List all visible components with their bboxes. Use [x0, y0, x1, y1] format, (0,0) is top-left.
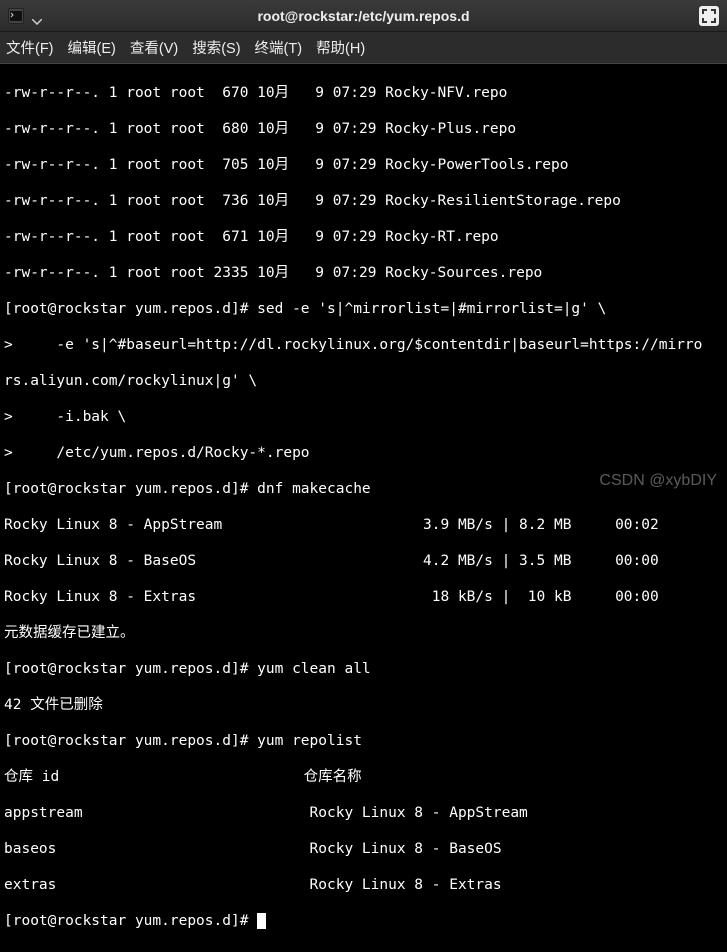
terminal-line: -rw-r--r--. 1 root root 671 10月 9 07:29 …: [4, 228, 723, 246]
terminal-line: rs.aliyun.com/rockylinux|g' \: [4, 372, 723, 390]
terminal-icon: [8, 8, 24, 24]
terminal-line: baseos Rocky Linux 8 - BaseOS: [4, 840, 723, 858]
terminal-line: -rw-r--r--. 1 root root 680 10月 9 07:29 …: [4, 120, 723, 138]
terminal-output[interactable]: -rw-r--r--. 1 root root 670 10月 9 07:29 …: [0, 64, 727, 952]
cursor: [257, 913, 266, 929]
menu-view[interactable]: 查看(V): [130, 37, 178, 58]
terminal-line: 元数据缓存已建立。: [4, 624, 723, 642]
terminal-line: 仓库 id 仓库名称: [4, 768, 723, 786]
menu-terminal[interactable]: 终端(T): [255, 37, 303, 58]
terminal-line: -rw-r--r--. 1 root root 736 10月 9 07:29 …: [4, 192, 723, 210]
terminal-line: > -e 's|^#baseurl=http://dl.rockylinux.o…: [4, 336, 723, 354]
terminal-line: > -i.bak \: [4, 408, 723, 426]
terminal-line: -rw-r--r--. 1 root root 705 10月 9 07:29 …: [4, 156, 723, 174]
terminal-line: [root@rockstar yum.repos.d]# sed -e 's|^…: [4, 300, 723, 318]
terminal-line: extras Rocky Linux 8 - Extras: [4, 876, 723, 894]
terminal-line: [root@rockstar yum.repos.d]# yum repolis…: [4, 732, 723, 750]
expand-button[interactable]: [699, 6, 719, 26]
menu-help[interactable]: 帮助(H): [316, 37, 365, 58]
titlebar: root@rockstar:/etc/yum.repos.d: [0, 0, 727, 32]
terminal-line: [root@rockstar yum.repos.d]# dnf makecac…: [4, 480, 723, 498]
terminal-prompt: [root@rockstar yum.repos.d]#: [4, 913, 257, 929]
terminal-line: Rocky Linux 8 - Extras 18 kB/s | 10 kB 0…: [4, 588, 723, 606]
terminal-line: 42 文件已删除: [4, 696, 723, 714]
terminal-prompt-line: [root@rockstar yum.repos.d]#: [4, 912, 723, 930]
terminal-line: -rw-r--r--. 1 root root 670 10月 9 07:29 …: [4, 84, 723, 102]
menu-file[interactable]: 文件(F): [6, 37, 54, 58]
terminal-line: -rw-r--r--. 1 root root 2335 10月 9 07:29…: [4, 264, 723, 282]
terminal-line: [root@rockstar yum.repos.d]# yum clean a…: [4, 660, 723, 678]
terminal-line: Rocky Linux 8 - AppStream 3.9 MB/s | 8.2…: [4, 516, 723, 534]
terminal-line: > /etc/yum.repos.d/Rocky-*.repo: [4, 444, 723, 462]
chevron-down-icon[interactable]: [32, 13, 42, 19]
window-title: root@rockstar:/etc/yum.repos.d: [0, 8, 727, 24]
menu-edit[interactable]: 编辑(E): [68, 37, 116, 58]
terminal-line: Rocky Linux 8 - BaseOS 4.2 MB/s | 3.5 MB…: [4, 552, 723, 570]
terminal-line: appstream Rocky Linux 8 - AppStream: [4, 804, 723, 822]
menu-search[interactable]: 搜索(S): [192, 37, 240, 58]
menubar: 文件(F) 编辑(E) 查看(V) 搜索(S) 终端(T) 帮助(H): [0, 32, 727, 64]
